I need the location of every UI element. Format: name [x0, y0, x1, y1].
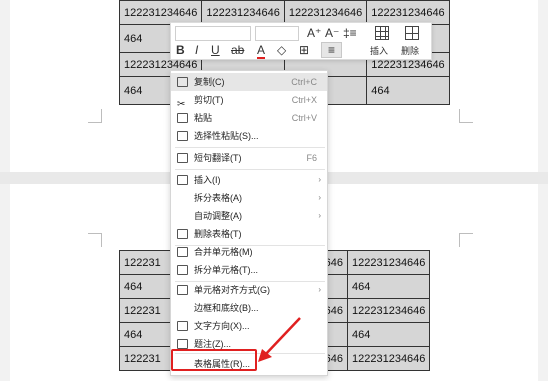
annotation-arrow-icon	[258, 317, 301, 362]
